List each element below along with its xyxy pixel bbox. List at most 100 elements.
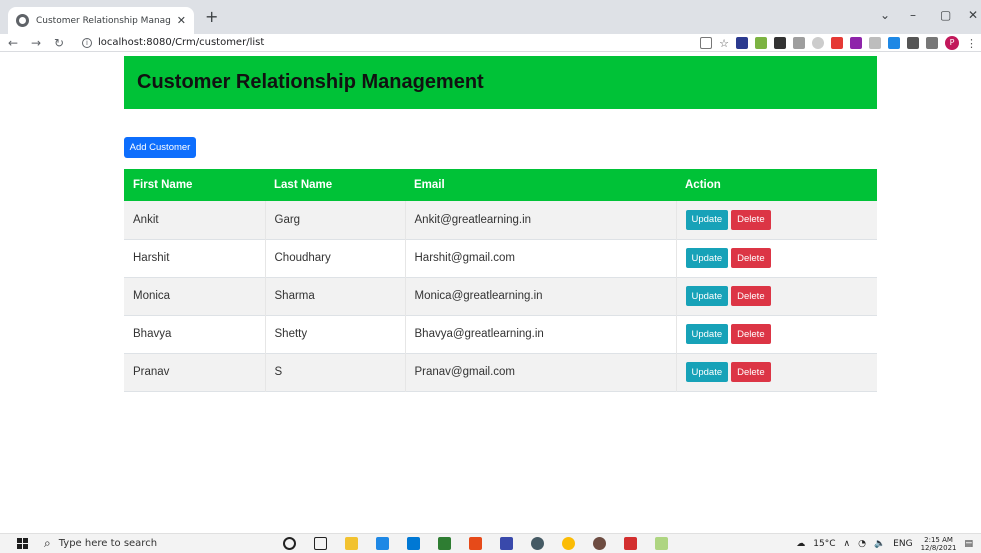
cell-actions: Update Delete bbox=[676, 353, 877, 391]
profile-avatar[interactable]: P bbox=[945, 36, 959, 50]
add-customer-button[interactable]: Add Customer bbox=[124, 137, 196, 158]
forward-icon[interactable]: → bbox=[31, 35, 41, 51]
header-first-name: First Name bbox=[133, 179, 193, 191]
cell-last-name: Garg bbox=[265, 201, 406, 239]
delete-button[interactable]: Delete bbox=[731, 209, 771, 230]
cell-email: Pranav@gmail.com bbox=[405, 353, 677, 391]
extensions-area: ☆ P ⋮ bbox=[700, 36, 977, 50]
cell-email: Harshit@gmail.com bbox=[405, 239, 677, 277]
cell-last-name: S bbox=[265, 353, 406, 391]
extension-icon[interactable] bbox=[850, 37, 862, 49]
reload-icon[interactable]: ↻ bbox=[54, 35, 64, 51]
cell-actions: Update Delete bbox=[676, 277, 877, 315]
delete-button[interactable]: Delete bbox=[731, 324, 771, 344]
menu-kebab-icon[interactable]: ⋮ bbox=[966, 37, 977, 50]
delete-button[interactable]: Delete bbox=[731, 362, 771, 382]
taskbar-search[interactable]: ⌕ Type here to search bbox=[44, 536, 157, 551]
cortana-icon[interactable] bbox=[283, 537, 296, 550]
minimize-icon[interactable]: – bbox=[910, 8, 916, 22]
cell-first-name: Monica bbox=[124, 277, 266, 315]
header-action: Action bbox=[685, 179, 721, 191]
volume-icon[interactable]: 🔈 bbox=[874, 539, 885, 549]
reading-list-icon[interactable] bbox=[926, 37, 938, 49]
taskbar-apps bbox=[283, 537, 668, 550]
cell-email: Ankit@greatlearning.in bbox=[405, 201, 677, 239]
system-tray: ☁ 15°C ∧ ◔ 🔈 ENG 2:15 AM 12/8/2021 ▤ bbox=[796, 536, 973, 552]
table-row: Monica Sharma Monica@greatlearning.in Up… bbox=[124, 277, 877, 315]
update-button[interactable]: Update bbox=[685, 248, 729, 268]
share-icon[interactable] bbox=[700, 37, 713, 49]
extension-icon[interactable] bbox=[831, 37, 843, 49]
update-button[interactable]: Update bbox=[685, 209, 729, 230]
close-tab-icon[interactable]: ✕ bbox=[177, 14, 186, 27]
app-icon[interactable] bbox=[500, 537, 513, 550]
mail-icon[interactable] bbox=[407, 537, 420, 550]
clock-time: 2:15 AM bbox=[924, 536, 953, 544]
weather-icon[interactable]: ☁ bbox=[796, 539, 805, 549]
cell-last-name: Sharma bbox=[265, 277, 406, 315]
notification-icon[interactable]: ▤ bbox=[964, 539, 973, 549]
extension-icon[interactable] bbox=[736, 37, 748, 49]
browser-tab-bar: Customer Relationship Managemen ✕ + ⌄ – … bbox=[0, 0, 981, 34]
app-icon[interactable] bbox=[593, 537, 606, 550]
back-icon[interactable]: ← bbox=[8, 35, 18, 51]
table-row: Pranav S Pranav@gmail.com Update Delete bbox=[124, 353, 877, 391]
store-icon[interactable] bbox=[376, 537, 389, 550]
header-last-name: Last Name bbox=[274, 179, 333, 191]
extension-icon[interactable] bbox=[888, 37, 900, 49]
delete-button[interactable]: Delete bbox=[731, 286, 771, 306]
cell-actions: Update Delete bbox=[676, 239, 877, 277]
task-view-icon[interactable] bbox=[314, 537, 327, 550]
new-tab-button[interactable]: + bbox=[205, 9, 218, 25]
table-header-row: First Name Last Name Email Action bbox=[124, 169, 877, 201]
site-info-icon[interactable]: i bbox=[82, 37, 92, 48]
tab-title: Customer Relationship Managemen bbox=[36, 15, 171, 26]
file-explorer-icon[interactable] bbox=[345, 537, 358, 550]
cell-actions: Update Delete bbox=[676, 201, 877, 239]
globe-icon bbox=[16, 14, 29, 27]
eyedropper-icon[interactable] bbox=[793, 37, 805, 49]
address-bar[interactable]: i localhost:8080/Crm/customer/list bbox=[82, 34, 264, 51]
extension-icon[interactable] bbox=[812, 37, 824, 49]
app-icon[interactable] bbox=[655, 537, 668, 550]
update-button[interactable]: Update bbox=[685, 286, 729, 306]
xbox-icon[interactable] bbox=[438, 537, 451, 550]
maximize-icon[interactable]: ▢ bbox=[940, 8, 951, 22]
clock[interactable]: 2:15 AM 12/8/2021 bbox=[921, 536, 957, 552]
office-icon[interactable] bbox=[469, 537, 482, 550]
windows-start-icon[interactable] bbox=[17, 538, 28, 549]
extension-icon[interactable] bbox=[774, 37, 786, 49]
url-text: localhost:8080/Crm/customer/list bbox=[98, 37, 265, 48]
extension-icon[interactable] bbox=[755, 37, 767, 49]
customer-table: First Name Last Name Email Action Ankit … bbox=[124, 169, 877, 392]
puzzle-icon[interactable] bbox=[907, 37, 919, 49]
cell-email: Bhavya@greatlearning.in bbox=[405, 315, 677, 353]
cell-last-name: Shetty bbox=[265, 315, 406, 353]
cell-actions: Update Delete bbox=[676, 315, 877, 353]
bookmark-star-icon[interactable]: ☆ bbox=[719, 37, 729, 50]
table-row: Harshit Choudhary Harshit@gmail.com Upda… bbox=[124, 239, 877, 277]
clock-date: 12/8/2021 bbox=[920, 544, 957, 552]
update-button[interactable]: Update bbox=[685, 362, 729, 382]
acrobat-icon[interactable] bbox=[624, 537, 637, 550]
page-header: Customer Relationship Management bbox=[124, 56, 877, 109]
chrome-icon[interactable] bbox=[562, 537, 575, 550]
close-window-icon[interactable]: ✕ bbox=[968, 8, 978, 22]
cell-first-name: Bhavya bbox=[124, 315, 266, 353]
header-email: Email bbox=[414, 179, 445, 191]
tab-search-icon[interactable]: ⌄ bbox=[880, 8, 890, 22]
browser-tab[interactable]: Customer Relationship Managemen ✕ bbox=[8, 7, 194, 34]
language-indicator[interactable]: ENG bbox=[893, 539, 912, 549]
cell-first-name: Harshit bbox=[124, 239, 266, 277]
delete-button[interactable]: Delete bbox=[731, 248, 771, 268]
wifi-icon[interactable]: ◔ bbox=[858, 539, 866, 549]
app-icon[interactable] bbox=[531, 537, 544, 550]
temperature-text[interactable]: 15°C bbox=[813, 539, 835, 549]
table-row: Bhavya Shetty Bhavya@greatlearning.in Up… bbox=[124, 315, 877, 353]
extension-icon[interactable] bbox=[869, 37, 881, 49]
cell-first-name: Ankit bbox=[124, 201, 266, 239]
update-button[interactable]: Update bbox=[685, 324, 729, 344]
chevron-up-icon[interactable]: ∧ bbox=[844, 539, 851, 549]
browser-toolbar: ← → ↻ i localhost:8080/Crm/customer/list… bbox=[0, 34, 981, 52]
search-icon: ⌕ bbox=[44, 536, 51, 550]
